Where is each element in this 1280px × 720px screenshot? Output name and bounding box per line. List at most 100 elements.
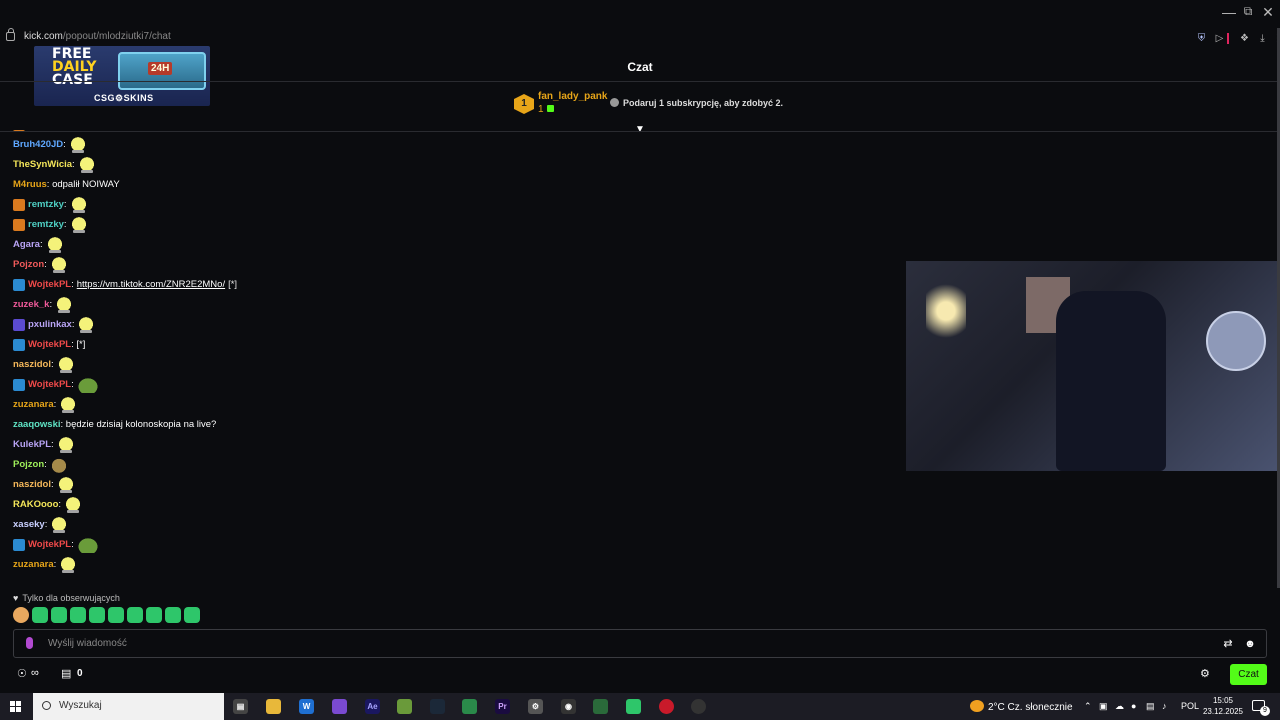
- chat-username[interactable]: zuzanara: [13, 395, 54, 415]
- chat-text: :: [71, 379, 74, 390]
- extensions-icon[interactable]: ❖: [1239, 33, 1250, 44]
- chat-username[interactable]: TheSynWicia: [13, 155, 72, 175]
- app-icon[interactable]: [397, 699, 412, 714]
- chat-username[interactable]: RAKOooo: [13, 495, 58, 515]
- send-icon[interactable]: ▷: [1214, 33, 1225, 44]
- chat-username[interactable]: naszidol: [13, 475, 51, 495]
- chat-username[interactable]: xaseky: [13, 515, 45, 535]
- tray-icon[interactable]: ☁: [1115, 701, 1124, 712]
- subscriber-badge-icon: [13, 130, 25, 131]
- emote-icon[interactable]: [51, 607, 67, 623]
- steam-icon[interactable]: [430, 699, 445, 714]
- gift-counter: 0: [77, 668, 83, 679]
- clock[interactable]: 15:05 23.12.2025: [1200, 695, 1246, 717]
- taskbar-search[interactable]: Wyszukaj: [33, 693, 224, 720]
- url-text[interactable]: kick.com/popout/mlodziutki7/chat: [24, 31, 171, 42]
- emote-icon[interactable]: [146, 607, 162, 623]
- translate-icon[interactable]: ⇄: [1221, 637, 1235, 651]
- gift-prompt[interactable]: Podaruj 1 subskrypcję, aby zdobyć 2.: [610, 98, 783, 108]
- users-icon[interactable]: ☉: [17, 667, 27, 680]
- chat-username[interactable]: pxulinkax: [28, 315, 72, 335]
- volume-icon[interactable]: ♪: [1162, 701, 1167, 711]
- settings-icon[interactable]: ⚙: [1200, 667, 1210, 680]
- network-icon[interactable]: ▤: [1146, 701, 1155, 712]
- chat-username[interactable]: naszidol: [13, 355, 51, 375]
- chat-username[interactable]: M4ruus: [13, 175, 47, 195]
- chat-message: naszidol:: [13, 475, 893, 495]
- emote-icon[interactable]: [70, 607, 86, 623]
- emote-icon: [56, 437, 75, 453]
- download-icon[interactable]: ⤓: [1257, 33, 1268, 44]
- ad-banner[interactable]: FREE DAILY CASE 24H CSG⚙SKINS: [34, 46, 210, 106]
- close-icon[interactable]: ✕: [1258, 4, 1278, 21]
- chat-link[interactable]: https://vm.tiktok.com/ZNR2E2MNo/: [77, 275, 225, 295]
- language-indicator[interactable]: POL: [1181, 701, 1199, 711]
- emote-icon[interactable]: [108, 607, 124, 623]
- send-chat-button[interactable]: Czat: [1230, 664, 1267, 685]
- after-effects-icon[interactable]: Ae: [365, 699, 380, 714]
- opera-icon[interactable]: [659, 699, 674, 714]
- app-icon[interactable]: [462, 699, 477, 714]
- emoji-icon[interactable]: ☻: [1243, 637, 1257, 651]
- app-icon[interactable]: [593, 699, 608, 714]
- notification-icon[interactable]: 9: [1252, 700, 1270, 716]
- chat-username[interactable]: zuzanara: [13, 555, 54, 575]
- restore-icon[interactable]: ⧉: [1238, 4, 1258, 19]
- gift-box-icon[interactable]: ▤: [61, 667, 71, 680]
- emote-quickbar[interactable]: [13, 607, 200, 625]
- divider: [1227, 33, 1229, 44]
- chat-username[interactable]: remtzky: [28, 195, 64, 215]
- chat-username[interactable]: zuzek_k: [13, 295, 49, 315]
- chat-message: zuzanara:: [13, 555, 893, 575]
- chat-username[interactable]: zaaqowski: [13, 415, 61, 435]
- emote-icon[interactable]: [184, 607, 200, 623]
- chat-message: WojtekPL: [*]: [13, 335, 893, 355]
- chat-username[interactable]: Pojzon: [13, 455, 44, 475]
- gift-count: 1: [538, 104, 554, 115]
- mic-icon[interactable]: [26, 637, 33, 649]
- file-explorer-icon[interactable]: [266, 699, 281, 714]
- app-icon[interactable]: W: [299, 699, 314, 714]
- emote-icon[interactable]: [127, 607, 143, 623]
- stream-preview[interactable]: [906, 261, 1280, 471]
- app-icon[interactable]: [626, 699, 641, 714]
- gifter-name[interactable]: fan_lady_pank: [538, 91, 607, 102]
- message-input[interactable]: Wyślij wiadomość ⇄ ☻: [13, 629, 1267, 658]
- weather-widget[interactable]: 2°C Cz. słonecznie: [970, 700, 1073, 713]
- chat-username[interactable]: Pojzon: [13, 255, 44, 275]
- emote-icon[interactable]: [165, 607, 181, 623]
- chat-username[interactable]: WojtekPL: [28, 375, 71, 395]
- chat-message: zaaqowski: będzie dzisiaj kolonoskopia n…: [13, 415, 893, 435]
- chat-text: :: [51, 359, 54, 370]
- chat-message: remtzky:: [13, 195, 893, 215]
- task-view-icon[interactable]: ▤: [233, 699, 248, 714]
- subscriber-badge-icon: [13, 319, 25, 331]
- chat-username[interactable]: WojtekPL: [28, 335, 71, 355]
- obs-icon[interactable]: ◉: [561, 699, 576, 714]
- emote-icon[interactable]: [89, 607, 105, 623]
- windows-start-icon[interactable]: [10, 701, 21, 712]
- settings-app-icon[interactable]: ⚙: [528, 699, 543, 714]
- emote-icon[interactable]: [13, 607, 29, 623]
- chat-username[interactable]: Agara: [13, 235, 40, 255]
- chat-message: RAKOooo:: [13, 495, 893, 515]
- premiere-icon[interactable]: Pr: [495, 699, 510, 714]
- infinity-icon[interactable]: ∞: [31, 667, 39, 679]
- chat-username[interactable]: Bruh420JD: [13, 135, 63, 155]
- chat-username[interactable]: KulekPL: [13, 435, 51, 455]
- chevron-up-icon[interactable]: ⌃: [1084, 701, 1092, 712]
- address-bar[interactable]: kick.com/popout/mlodziutki7/chat: [0, 28, 1280, 48]
- app-icon[interactable]: [332, 699, 347, 714]
- emote-icon[interactable]: [32, 607, 48, 623]
- chat-username[interactable]: WojtekPL: [28, 275, 71, 295]
- mic-tray-icon[interactable]: ●: [1131, 701, 1136, 711]
- chat-text: : elo0: [64, 130, 87, 135]
- chat-username[interactable]: WojtekPL: [28, 535, 71, 555]
- minimize-icon[interactable]: —: [1219, 4, 1239, 20]
- tray-icon[interactable]: ▣: [1099, 701, 1108, 712]
- chat-username[interactable]: remtzky: [28, 215, 64, 235]
- search-icon: [42, 701, 51, 710]
- app-icon[interactable]: [691, 699, 706, 714]
- shield-icon[interactable]: ⛨: [1196, 33, 1207, 44]
- subscriber-badge-icon: [13, 539, 25, 551]
